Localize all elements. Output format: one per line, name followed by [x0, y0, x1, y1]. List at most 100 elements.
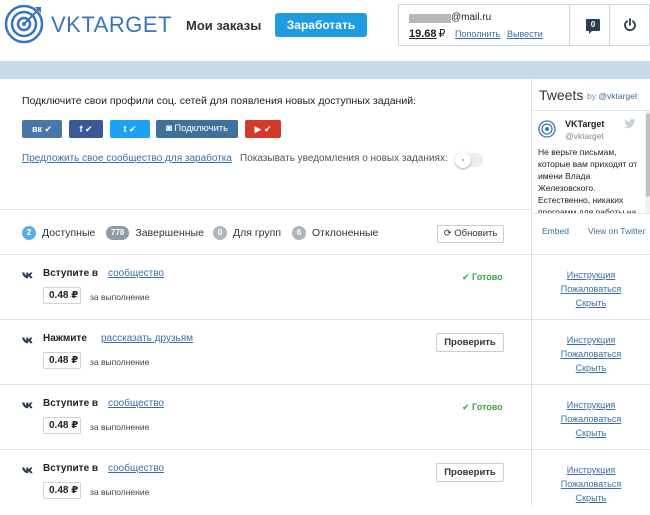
- task-side-links: Инструкция Пожаловаться Скрыть: [532, 463, 650, 505]
- check-button[interactable]: Проверить: [436, 463, 504, 482]
- complain-link[interactable]: Пожаловаться: [561, 349, 621, 359]
- target-logo-icon[interactable]: [4, 4, 44, 44]
- vk-label: вк: [31, 124, 42, 134]
- task-row: Вступите в сообщество 0.48 ₽ за выполнен…: [0, 255, 650, 320]
- task-price: 0.48 ₽: [43, 482, 81, 499]
- withdraw-link[interactable]: Вывести: [507, 29, 543, 39]
- task-price-note: за выполнение: [90, 292, 150, 302]
- task-done-status: ✔ Готово: [462, 272, 503, 282]
- tab-rejected[interactable]: 6 Отклоненные: [292, 226, 378, 240]
- view-on-twitter-link[interactable]: View on Twitter: [588, 226, 645, 236]
- hide-link[interactable]: Скрыть: [576, 493, 607, 503]
- task-side-links: Инструкция Пожаловаться Скрыть: [532, 398, 650, 440]
- instruction-link[interactable]: Инструкция: [567, 400, 615, 410]
- tab-count-badge: 0: [213, 226, 227, 240]
- check-icon: ✔: [84, 124, 93, 134]
- twitter-widget: Tweets by @vktarget VKTarget @vktarget Н…: [531, 79, 650, 245]
- balance-value: 19.68: [409, 28, 437, 40]
- refresh-label: Обновить: [454, 228, 498, 239]
- tab-label: Доступные: [42, 227, 96, 239]
- task-done-status: ✔ Готово: [462, 402, 503, 412]
- complain-link[interactable]: Пожаловаться: [561, 479, 621, 489]
- email-redacted: [409, 14, 451, 23]
- instruction-link[interactable]: Инструкция: [567, 465, 615, 475]
- check-button[interactable]: Проверить: [436, 333, 504, 352]
- messages-button[interactable]: 0: [569, 4, 610, 46]
- check-icon: ✔: [44, 124, 53, 134]
- nav-my-orders[interactable]: Мои заказы: [186, 18, 261, 33]
- tweets-title: Tweets: [539, 87, 584, 103]
- right-column-border: [531, 245, 532, 507]
- refresh-button[interactable]: ⟳ Обновить: [437, 225, 504, 243]
- currency-sign: ₽: [438, 28, 446, 40]
- tweet-author-handle[interactable]: @vktarget: [565, 131, 604, 141]
- check-icon: ✔: [263, 124, 272, 134]
- tweet-scrollbar-thumb[interactable]: [646, 113, 650, 197]
- hide-link[interactable]: Скрыть: [576, 298, 607, 308]
- tab-available[interactable]: 2 Доступные: [22, 226, 95, 240]
- tweet-text: Не верьте письмам, которые вам приходят …: [538, 147, 638, 214]
- task-action: Нажмите: [43, 333, 87, 344]
- suggest-community-link[interactable]: Предложить свое сообщество для заработка: [22, 153, 232, 164]
- vk-icon: [22, 467, 33, 474]
- notify-label: Показывать уведомления о новых заданиях:: [240, 153, 448, 164]
- hide-link[interactable]: Скрыть: [576, 363, 607, 373]
- account-email: @mail.ru: [451, 12, 492, 23]
- instagram-icon: ◙: [165, 123, 172, 134]
- task-object-link[interactable]: рассказать друзьям: [101, 333, 193, 344]
- complain-link[interactable]: Пожаловаться: [561, 284, 621, 294]
- tweet-embed-link[interactable]: Embed: [542, 226, 569, 236]
- task-row: Нажмите рассказать друзьям 0.48 ₽ за вып…: [0, 320, 650, 385]
- messages-count-badge: 0: [586, 19, 600, 34]
- task-action: Вступите в: [43, 268, 99, 279]
- vk-icon: [22, 402, 33, 409]
- connect-twitter-button[interactable]: t ✔: [110, 120, 150, 138]
- task-tabs: 2 Доступные 778 Завершенные 0 Для групп 6 От…: [0, 210, 531, 255]
- task-object-link[interactable]: сообщество: [108, 268, 164, 279]
- tweet-author-name[interactable]: VKTarget: [565, 119, 604, 129]
- connect-facebook-button[interactable]: f ✔: [69, 120, 103, 138]
- notify-toggle[interactable]: [455, 152, 483, 168]
- task-object-link[interactable]: сообщество: [108, 398, 164, 409]
- connect-youtube-button[interactable]: ▶ ✔: [245, 120, 281, 138]
- refresh-icon: ⟳: [443, 228, 452, 239]
- instruction-link[interactable]: Инструкция: [567, 335, 615, 345]
- logo-text[interactable]: VKTARGET: [51, 12, 172, 38]
- task-price-note: за выполнение: [90, 487, 150, 497]
- tab-completed[interactable]: 778 Завершенные: [106, 226, 204, 240]
- tweets-by-label: by: [587, 91, 596, 101]
- tab-for-groups[interactable]: 0 Для групп: [213, 226, 281, 240]
- tab-label: Завершенные: [135, 227, 204, 239]
- tweet-card: VKTarget @vktarget Не верьте письмам, ко…: [532, 110, 650, 214]
- refill-link[interactable]: Пополнить: [455, 29, 500, 39]
- tab-count-badge: 778: [106, 226, 130, 240]
- right-column-divider: [531, 245, 650, 255]
- toggle-knob: [455, 152, 471, 168]
- connect-instagram-button[interactable]: ◙ Подключить: [156, 120, 238, 138]
- tweets-handle-link[interactable]: @vktarget: [598, 91, 637, 101]
- tweets-by: by @vktarget: [587, 91, 637, 101]
- task-object-link[interactable]: сообщество: [108, 463, 164, 474]
- account-balance[interactable]: 19.68 ₽: [409, 27, 446, 40]
- check-icon: ✔: [128, 124, 137, 134]
- youtube-icon: ▶: [254, 124, 262, 134]
- connect-profiles-panel: Подключите свои профили соц. сетей для п…: [0, 79, 531, 210]
- vktarget-avatar[interactable]: [538, 120, 556, 138]
- task-price: 0.48 ₽: [43, 417, 81, 434]
- task-price-note: за выполнение: [90, 422, 150, 432]
- hide-link[interactable]: Скрыть: [576, 428, 607, 438]
- complain-link[interactable]: Пожаловаться: [561, 414, 621, 424]
- tweet-scrollbar[interactable]: [645, 111, 650, 213]
- logout-button[interactable]: [610, 4, 650, 46]
- task-price: 0.48 ₽: [43, 287, 81, 304]
- facebook-icon: f: [79, 124, 83, 134]
- task-side-links: Инструкция Пожаловаться Скрыть: [532, 333, 650, 375]
- connect-vk-button[interactable]: вк ✔: [22, 120, 62, 138]
- task-price-note: за выполнение: [90, 357, 150, 367]
- tab-label: Для групп: [233, 227, 282, 239]
- instruction-link[interactable]: Инструкция: [567, 270, 615, 280]
- earn-button[interactable]: Заработать: [275, 13, 367, 37]
- task-action: Вступите в: [43, 398, 99, 409]
- task-row: Вступите в сообщество 0.48 ₽ за выполнен…: [0, 450, 650, 515]
- vk-icon: [22, 337, 33, 344]
